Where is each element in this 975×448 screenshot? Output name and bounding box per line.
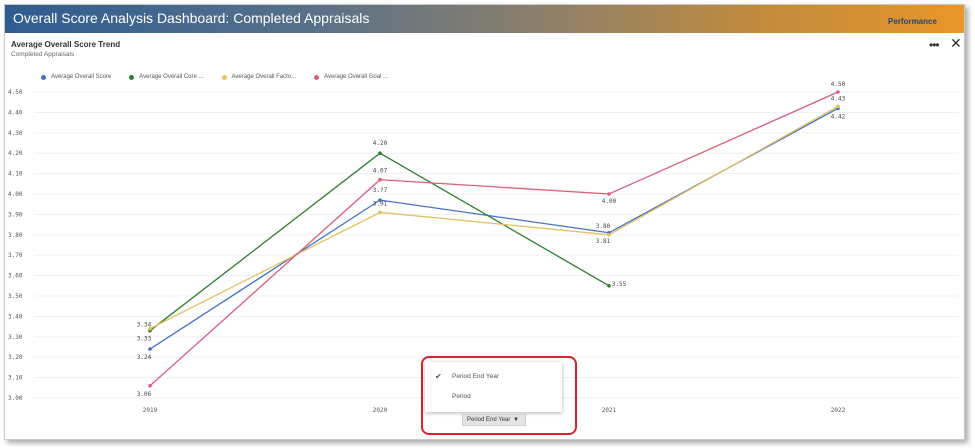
y-tick-label: 3.50 (8, 293, 23, 300)
y-tick-label: 3.60 (8, 273, 23, 280)
data-label: 3.81 (596, 238, 611, 245)
data-label: 4.43 (831, 95, 846, 102)
x-tick-label: 2022 (831, 407, 846, 414)
y-tick-label: 3.70 (8, 252, 23, 259)
y-tick-label: 3.10 (8, 375, 23, 382)
y-tick-label: 3.90 (8, 211, 23, 218)
data-point (836, 104, 840, 109)
data-label: 3.91 (373, 200, 388, 207)
data-point (378, 151, 382, 155)
data-label: 4.50 (831, 81, 846, 88)
y-tick-label: 4.00 (8, 191, 23, 198)
data-label: 3.80 (596, 223, 611, 230)
y-tick-label: 3.30 (8, 334, 23, 341)
menu-item-label: Period (452, 393, 471, 400)
y-tick-label: 3.00 (8, 395, 23, 402)
data-label: 4.07 (373, 168, 388, 175)
data-label: 3.06 (137, 391, 152, 398)
data-point (607, 192, 611, 196)
data-label: 3.55 (612, 281, 627, 288)
dimension-selector-button[interactable]: Period End Year ▼ (462, 414, 526, 426)
y-tick-label: 3.40 (8, 313, 23, 320)
y-tick-label: 4.50 (8, 89, 23, 96)
dimension-dropdown-menu: ✔ Period End Year Period (425, 362, 562, 412)
data-label: 3.34 (137, 322, 152, 329)
data-point (836, 90, 840, 94)
data-label: 4.00 (602, 198, 617, 205)
series-line (149, 107, 839, 350)
y-tick-label: 4.40 (8, 109, 23, 116)
data-point (148, 383, 152, 388)
menu-item-period[interactable]: Period (425, 389, 562, 407)
checkmark-icon: ✔ (435, 372, 442, 381)
data-label: 4.20 (373, 140, 388, 147)
data-label: 3.33 (137, 336, 152, 343)
y-tick-label: 4.10 (8, 171, 23, 178)
x-tick-label: 2021 (602, 407, 617, 414)
dimension-selector-label: Period End Year (467, 417, 511, 423)
y-tick-label: 3.80 (8, 232, 23, 239)
menu-item-period-end-year[interactable]: ✔ Period End Year (425, 369, 562, 387)
series-line (149, 105, 839, 330)
data-point (607, 233, 611, 237)
data-label: 3.?7 (373, 187, 388, 194)
data-label: 3.24 (137, 354, 152, 361)
x-tick-label: 2020 (373, 407, 388, 414)
data-point (607, 284, 611, 288)
data-point (148, 347, 152, 351)
series-line (149, 91, 839, 387)
data-label: 4.42 (831, 113, 846, 120)
caret-down-icon: ▼ (513, 417, 519, 423)
data-point (378, 210, 382, 215)
y-tick-label: 3.20 (8, 354, 23, 361)
y-tick-label: 4.30 (8, 130, 23, 137)
y-tick-label: 4.20 (8, 150, 23, 157)
x-tick-label: 2019 (143, 407, 158, 414)
data-point (378, 177, 382, 182)
menu-item-label: Period End Year (452, 373, 499, 380)
